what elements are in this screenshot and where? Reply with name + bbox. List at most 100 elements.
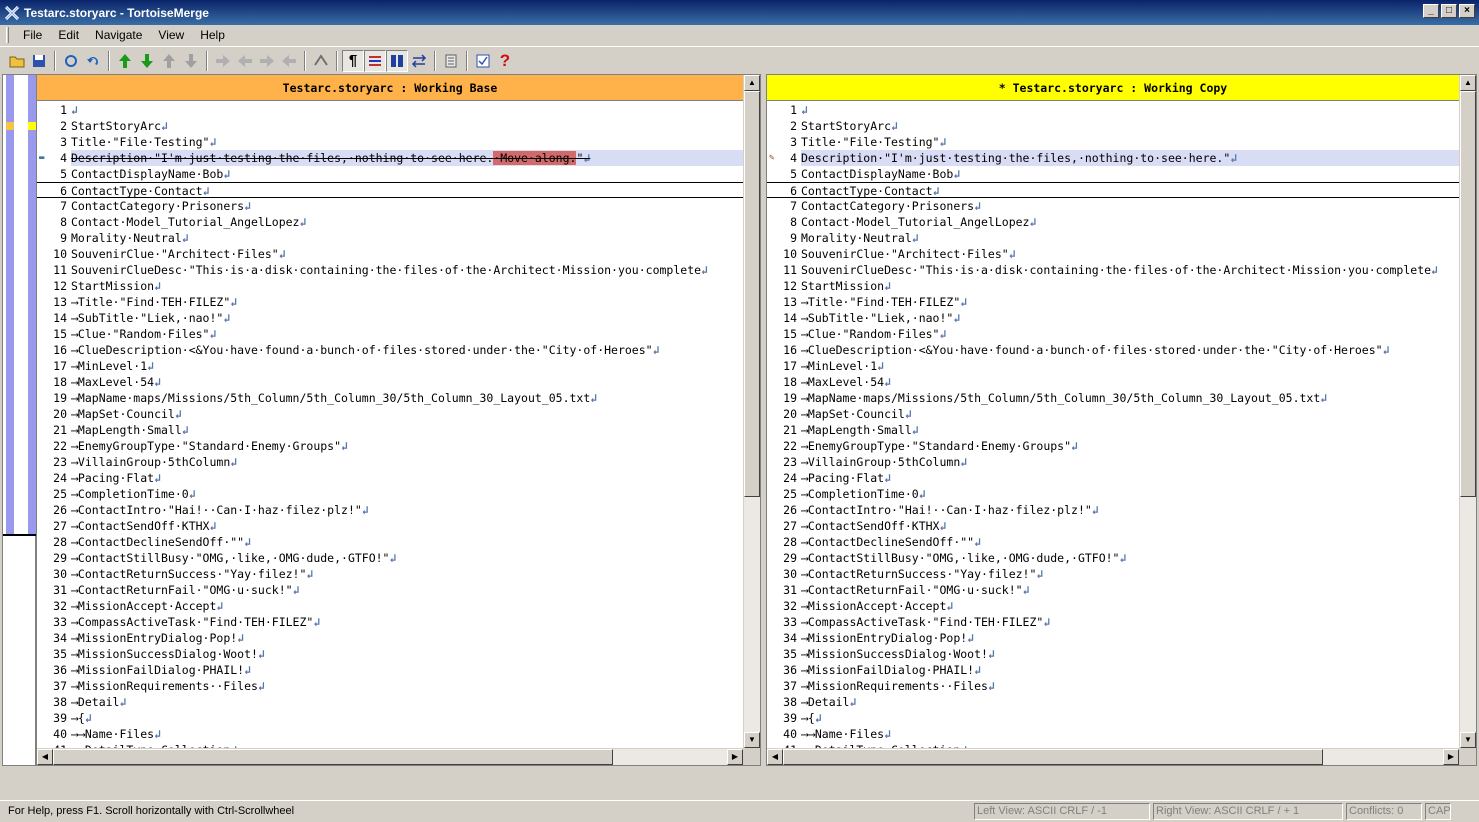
scroll-up-icon[interactable]: ▲	[1460, 75, 1476, 91]
text-line[interactable]: 25 ⟶CompletionTime·0↲	[37, 486, 743, 502]
text-line[interactable]: 16 ⟶ClueDescription·<&You·have·found·a·bu…	[37, 342, 743, 358]
last-diff-icon[interactable]	[180, 50, 202, 72]
left-horizontal-scrollbar[interactable]: ◀ ▶	[37, 748, 743, 765]
right-view-pane[interactable]: * Testarc.storyarc : Working Copy 1 ↲ 2 Sta…	[766, 74, 1477, 766]
text-line[interactable]: 27 ⟶ContactSendOff·KTHX↲	[767, 518, 1459, 534]
last-conflict-icon[interactable]	[278, 50, 300, 72]
scroll-thumb[interactable]	[744, 91, 760, 497]
text-line[interactable]: 3 Title·"File·Testing"↲	[767, 134, 1459, 150]
text-line[interactable]: 7 ContactCategory·Prisoners↲	[767, 198, 1459, 214]
reload-icon[interactable]	[60, 50, 82, 72]
text-line[interactable]: 40 ⟶⟶Name·Files↲	[767, 726, 1459, 742]
text-line[interactable]: 34 ⟶MissionEntryDialog·Pop!↲	[37, 630, 743, 646]
text-line[interactable]: 8 Contact·Model_Tutorial_AngelLopez↲	[37, 214, 743, 230]
text-line[interactable]: ▬ 4 Description·"I'm·just·testing·the·file…	[37, 150, 743, 166]
text-line[interactable]: 30 ⟶ContactReturnSuccess·"Yay·filez!"↲	[767, 566, 1459, 582]
text-line[interactable]: 28 ⟶ContactDeclineSendOff·""↲	[37, 534, 743, 550]
text-line[interactable]: 33 ⟶CompassActiveTask·"Find·TEH·FILEZ"↲	[37, 614, 743, 630]
scroll-thumb[interactable]	[1460, 91, 1476, 497]
text-line[interactable]: 35 ⟶MissionSuccessDialog·Woot!↲	[767, 646, 1459, 662]
first-diff-icon[interactable]	[158, 50, 180, 72]
prev-diff-icon[interactable]	[114, 50, 136, 72]
maximize-button[interactable]: □	[1441, 4, 1457, 18]
text-line[interactable]: 19 ⟶MapName·maps/Missions/5th_Column/5th_…	[767, 390, 1459, 406]
scroll-down-icon[interactable]: ▼	[744, 732, 760, 748]
open-icon[interactable]	[6, 50, 28, 72]
oneway-view-icon[interactable]	[386, 49, 408, 72]
text-line[interactable]: 38 ⟶Detail↲	[767, 694, 1459, 710]
text-line[interactable]: 22 ⟶EnemyGroupType·"Standard·Enemy·Groups…	[37, 438, 743, 454]
text-line[interactable]: 19 ⟶MapName·maps/Missions/5th_Column/5th_…	[37, 390, 743, 406]
text-line[interactable]: 37 ⟶MissionRequirements··Files↲	[767, 678, 1459, 694]
mark-icon[interactable]	[310, 50, 332, 72]
undo-icon[interactable]	[82, 50, 104, 72]
text-line[interactable]: 11 SouvenirClueDesc·"This·is·a·disk·conta…	[37, 262, 743, 278]
scroll-right-icon[interactable]: ▶	[727, 749, 743, 765]
menu-navigate[interactable]: Navigate	[87, 26, 150, 44]
text-line[interactable]: 8 Contact·Model_Tutorial_AngelLopez↲	[767, 214, 1459, 230]
text-line[interactable]: 10 SouvenirClue·"Architect·Files"↲	[767, 246, 1459, 262]
text-line[interactable]: 2 StartStoryArc↲	[767, 118, 1459, 134]
text-line[interactable]: 20 ⟶MapSet·Council↲	[37, 406, 743, 422]
save-icon[interactable]	[28, 50, 50, 72]
text-line[interactable]: 15 ⟶Clue·"Random·Files"↲	[37, 326, 743, 342]
text-line[interactable]: 5 ContactDisplayName·Bob↲	[37, 166, 743, 182]
text-line[interactable]: ✎ 4 Description·"I'm·just·testing·the·file…	[767, 150, 1459, 166]
scroll-down-icon[interactable]: ▼	[1460, 732, 1476, 748]
whitespace-toggle-icon[interactable]: ¶	[342, 49, 364, 72]
text-line[interactable]: 6 ContactType·Contact↲	[767, 182, 1459, 198]
settings-icon[interactable]	[472, 50, 494, 72]
location-bar[interactable]	[2, 74, 37, 766]
text-line[interactable]: 24 ⟶Pacing·Flat↲	[767, 470, 1459, 486]
text-line[interactable]: 11 SouvenirClueDesc·"This·is·a·disk·conta…	[767, 262, 1459, 278]
right-pane-text[interactable]: 1 ↲ 2 StartStoryArc↲ 3 Title·"File·Testing"↲ ✎…	[767, 102, 1459, 748]
text-line[interactable]: 32 ⟶MissionAccept·Accept↲	[767, 598, 1459, 614]
text-line[interactable]: 22 ⟶EnemyGroupType·"Standard·Enemy·Groups…	[767, 438, 1459, 454]
text-line[interactable]: 5 ContactDisplayName·Bob↲	[767, 166, 1459, 182]
menu-view[interactable]: View	[150, 26, 192, 44]
text-line[interactable]: 13 ⟶Title·"Find·TEH·FILEZ"↲	[37, 294, 743, 310]
text-line[interactable]: 30 ⟶ContactReturnSuccess·"Yay·filez!"↲	[37, 566, 743, 582]
switch-views-icon[interactable]	[408, 50, 430, 72]
text-line[interactable]: 6 ContactType·Contact↲	[37, 182, 743, 198]
text-line[interactable]: 34 ⟶MissionEntryDialog·Pop!↲	[767, 630, 1459, 646]
scroll-thumb[interactable]	[53, 749, 613, 765]
patch-list-icon[interactable]	[440, 50, 462, 72]
text-line[interactable]: 7 ContactCategory·Prisoners↲	[37, 198, 743, 214]
scroll-left-icon[interactable]: ◀	[767, 749, 783, 765]
text-line[interactable]: 36 ⟶MissionFailDialog·PHAIL!↲	[37, 662, 743, 678]
text-line[interactable]: 21 ⟶MapLength·Small↲	[37, 422, 743, 438]
text-line[interactable]: 15 ⟶Clue·"Random·Files"↲	[767, 326, 1459, 342]
prev-conflict-icon[interactable]	[234, 50, 256, 72]
text-line[interactable]: 3 Title·"File·Testing"↲	[37, 134, 743, 150]
text-line[interactable]: 26 ⟶ContactIntro·"Hai!··Can·I·haz·filez·p…	[767, 502, 1459, 518]
text-line[interactable]: 31 ⟶ContactReturnFail·"OMG·u·suck!"↲	[767, 582, 1459, 598]
right-vertical-scrollbar[interactable]: ▲ ▼	[1459, 75, 1476, 748]
inline-diff-icon[interactable]	[364, 49, 386, 72]
text-line[interactable]: 25 ⟶CompletionTime·0↲	[767, 486, 1459, 502]
text-line[interactable]: 12 StartMission↲	[767, 278, 1459, 294]
text-line[interactable]: 23 ⟶VillainGroup·5thColumn↲	[767, 454, 1459, 470]
text-line[interactable]: 37 ⟶MissionRequirements··Files↲	[37, 678, 743, 694]
scroll-left-icon[interactable]: ◀	[37, 749, 53, 765]
text-line[interactable]: 17 ⟶MinLevel·1↲	[37, 358, 743, 374]
menu-file[interactable]: File	[15, 26, 50, 44]
text-line[interactable]: 18 ⟶MaxLevel·54↲	[37, 374, 743, 390]
text-line[interactable]: 40 ⟶⟶Name·Files↲	[37, 726, 743, 742]
menu-edit[interactable]: Edit	[50, 26, 87, 44]
text-line[interactable]: 28 ⟶ContactDeclineSendOff·""↲	[767, 534, 1459, 550]
text-line[interactable]: 38 ⟶Detail↲	[37, 694, 743, 710]
menu-help[interactable]: Help	[192, 26, 233, 44]
text-line[interactable]: 9 Morality·Neutral↲	[767, 230, 1459, 246]
scroll-right-icon[interactable]: ▶	[1443, 749, 1459, 765]
text-line[interactable]: 23 ⟶VillainGroup·5thColumn↲	[37, 454, 743, 470]
text-line[interactable]: 36 ⟶MissionFailDialog·PHAIL!↲	[767, 662, 1459, 678]
text-line[interactable]: 39 ⟶{↲	[37, 710, 743, 726]
text-line[interactable]: 39 ⟶{↲	[767, 710, 1459, 726]
text-line[interactable]: 16 ⟶ClueDescription·<&You·have·found·a·bu…	[767, 342, 1459, 358]
text-line[interactable]: 21 ⟶MapLength·Small↲	[767, 422, 1459, 438]
help-icon[interactable]: ?	[494, 50, 516, 72]
text-line[interactable]: 29 ⟶ContactStillBusy·"OMG,·like,·OMG·dude…	[37, 550, 743, 566]
close-button[interactable]: ×	[1459, 4, 1475, 18]
text-line[interactable]: 31 ⟶ContactReturnFail·"OMG·u·suck!"↲	[37, 582, 743, 598]
